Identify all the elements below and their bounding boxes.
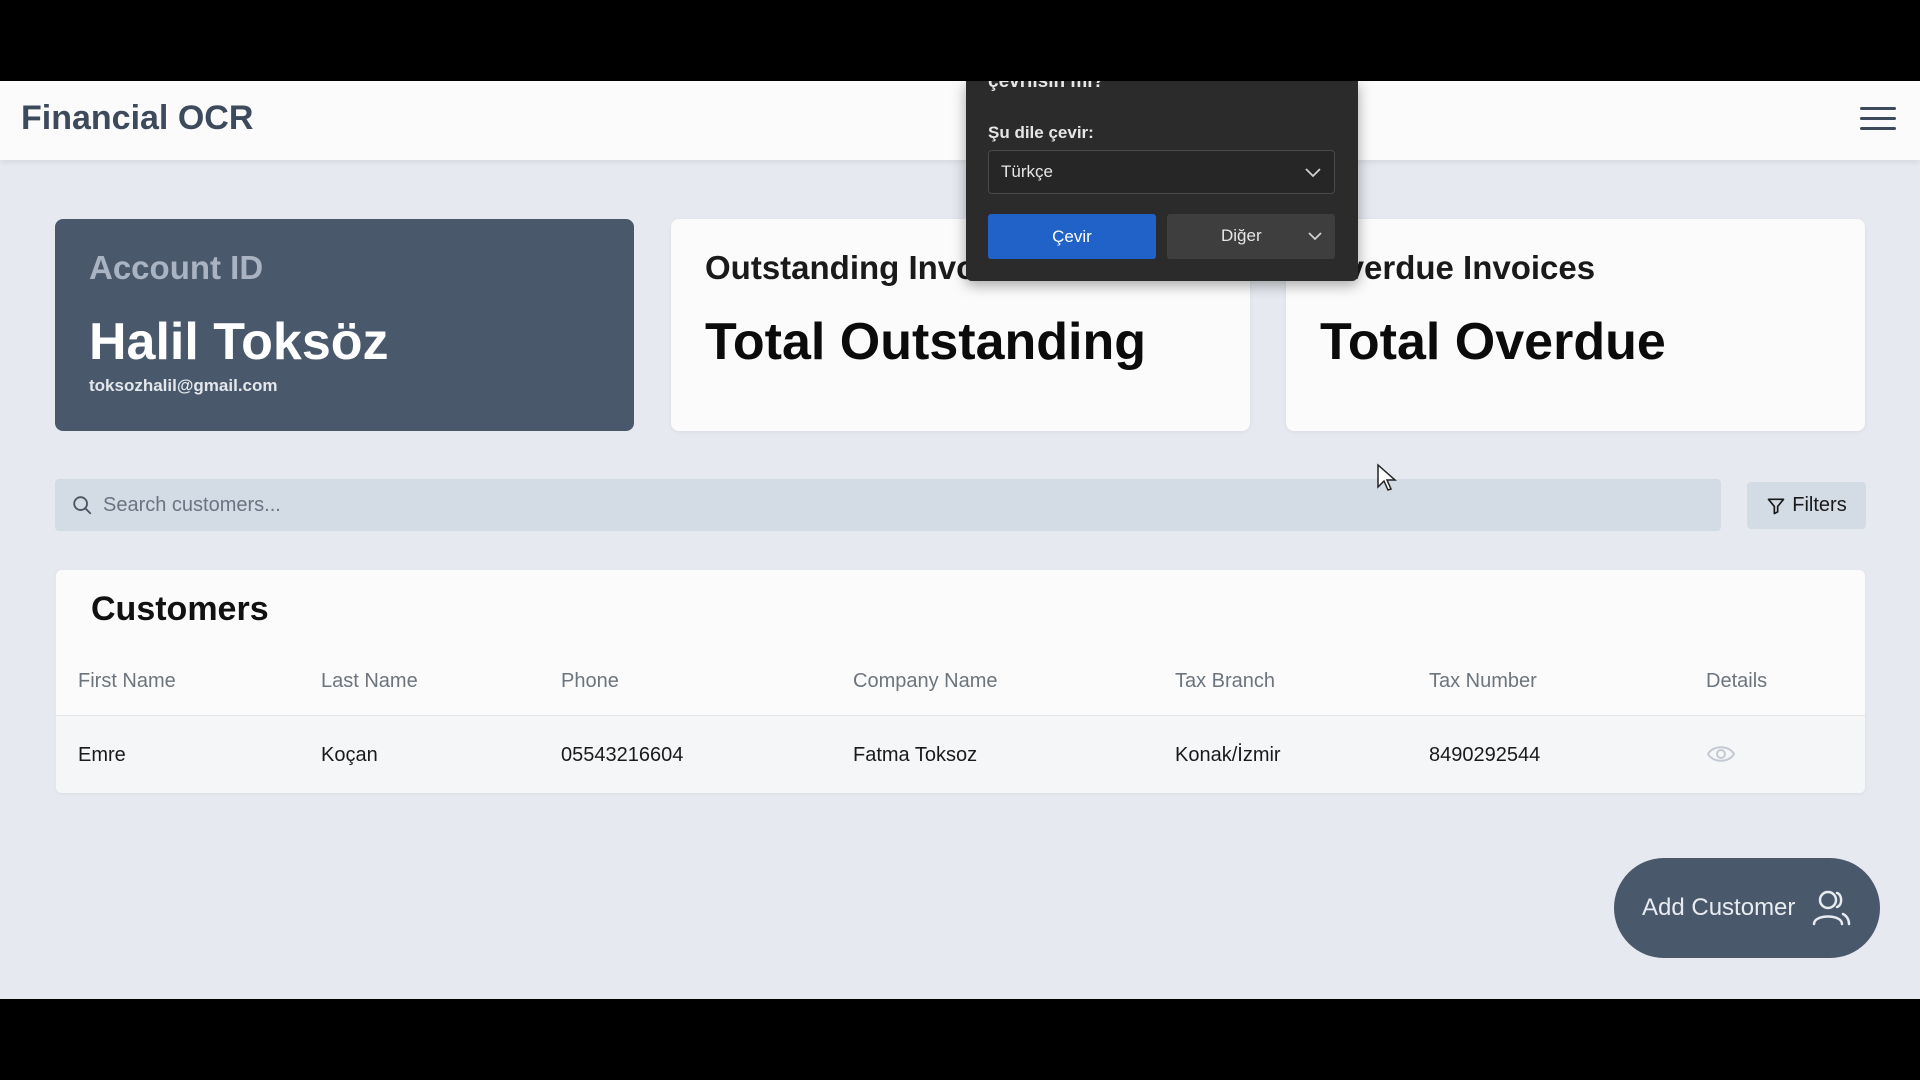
- add-customer-label: Add Customer: [1642, 894, 1796, 921]
- language-select-value: Türkçe: [1001, 162, 1053, 181]
- brand-title: Financial OCR: [21, 99, 254, 137]
- search-bar[interactable]: [55, 479, 1721, 531]
- hamburger-menu-icon[interactable]: [1860, 103, 1896, 135]
- column-header-first-name: First Name: [78, 670, 176, 692]
- cell-company-name: Fatma Toksoz: [853, 744, 978, 766]
- customers-table-card: Customers First Name Last Name Phone Com…: [56, 570, 1865, 793]
- app-window: Financial OCR Account ID Halil Toksöz to…: [0, 81, 1920, 999]
- column-header-details: Details: [1706, 670, 1768, 692]
- more-options-button[interactable]: Diğer: [1167, 214, 1335, 259]
- overdue-invoices-card: Overdue Invoices Total Overdue: [1286, 219, 1865, 431]
- filter-icon: [1767, 498, 1785, 514]
- filters-button[interactable]: Filters: [1747, 482, 1866, 529]
- translate-button[interactable]: Çevir: [988, 214, 1156, 259]
- add-customer-button[interactable]: Add Customer: [1614, 858, 1880, 958]
- account-name: Halil Toksöz: [89, 313, 389, 371]
- column-header-phone: Phone: [561, 670, 619, 692]
- navbar: Financial OCR: [0, 81, 1920, 160]
- cell-tax-branch: Konak/İzmir: [1175, 744, 1281, 766]
- account-email: toksozhalil@gmail.com: [89, 376, 278, 395]
- cell-phone: 05543216604: [561, 744, 684, 766]
- column-header-last-name: Last Name: [321, 670, 418, 692]
- mouse-cursor-icon: [1377, 463, 1397, 491]
- total-outstanding-value: Total Outstanding: [705, 313, 1146, 371]
- total-overdue-value: Total Overdue: [1320, 313, 1666, 371]
- filters-label: Filters: [1792, 494, 1847, 516]
- account-card: Account ID Halil Toksöz toksozhalil@gmai…: [55, 219, 634, 431]
- chevron-down-icon: [1308, 232, 1322, 241]
- translate-language-label: Şu dile çevir:: [988, 123, 1094, 142]
- customers-title: Customers: [91, 590, 269, 628]
- chevron-down-icon: [1305, 168, 1321, 178]
- view-details-eye-icon[interactable]: [1706, 741, 1736, 767]
- language-select[interactable]: Türkçe: [988, 150, 1335, 194]
- more-options-label: Diğer: [1221, 226, 1262, 245]
- search-input[interactable]: [101, 492, 1685, 518]
- cell-tax-number: 8490292544: [1429, 744, 1541, 766]
- search-icon: [73, 496, 92, 515]
- cell-first-name: Emre: [78, 744, 126, 766]
- cell-last-name: Koçan: [321, 744, 378, 766]
- letterbox-bottom: [0, 999, 1920, 1080]
- column-header-company-name: Company Name: [853, 670, 998, 692]
- account-id-label: Account ID: [89, 249, 264, 286]
- users-icon: [1813, 890, 1851, 926]
- letterbox-top: [0, 0, 1920, 81]
- translate-popup: çevrilsin mi? Şu dile çevir: Türkçe Çevi…: [966, 81, 1358, 281]
- translate-popup-title: çevrilsin mi?: [988, 81, 1105, 92]
- overdue-invoices-label: Overdue Invoices: [1320, 249, 1596, 286]
- column-header-tax-number: Tax Number: [1429, 670, 1537, 692]
- column-header-tax-branch: Tax Branch: [1175, 670, 1276, 692]
